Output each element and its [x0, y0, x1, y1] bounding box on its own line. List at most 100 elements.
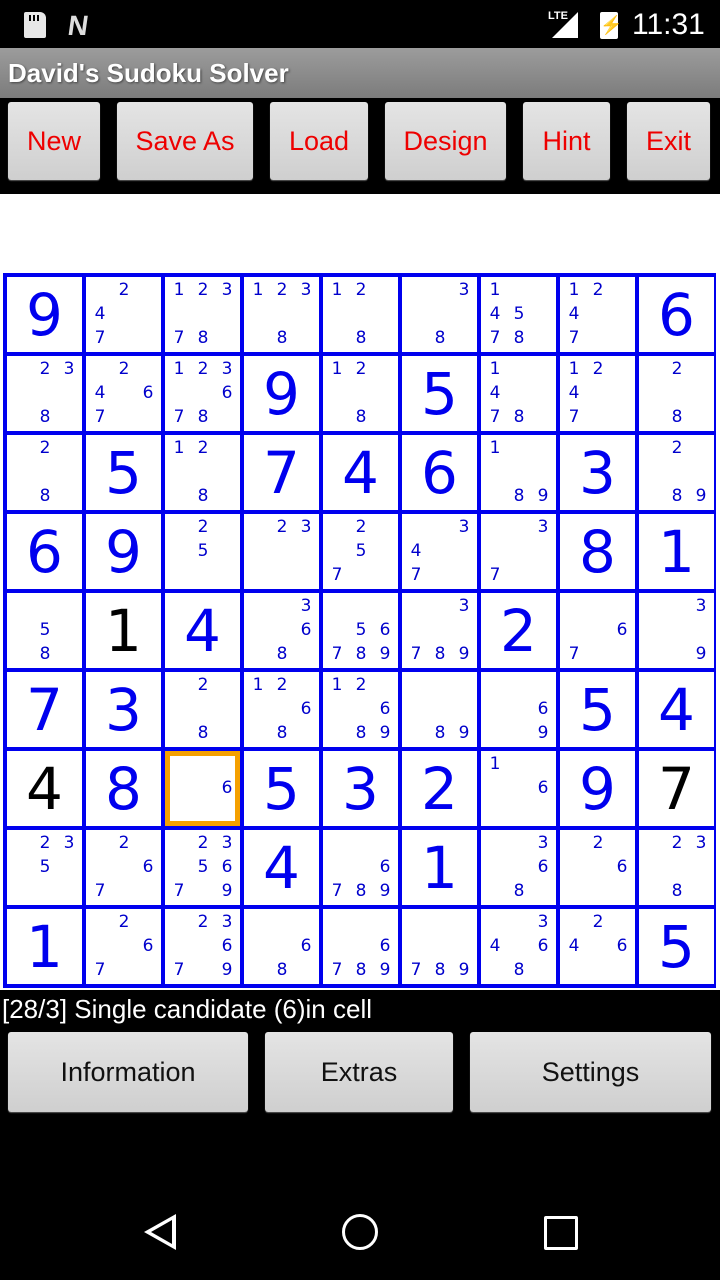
sudoku-cell-r4c1[interactable]: 6 — [7, 514, 82, 589]
sudoku-cell-r3c7[interactable]: 1 89 — [481, 435, 556, 510]
settings-button[interactable]: Settings — [470, 1032, 711, 1112]
sudoku-cell-r9c5[interactable]: 6 789 — [323, 909, 398, 984]
sudoku-cell-r5c1[interactable]: 58 — [7, 593, 82, 668]
sudoku-cell-r9c9[interactable]: 5 — [639, 909, 714, 984]
sudoku-cell-r1c1[interactable]: 9 — [7, 277, 82, 352]
sudoku-cell-r1c9[interactable]: 6 — [639, 277, 714, 352]
sudoku-cell-r8c8[interactable]: 26 — [560, 830, 635, 905]
sudoku-cell-r7c8[interactable]: 9 — [560, 751, 635, 826]
sudoku-cell-r1c5[interactable]: 12 8 — [323, 277, 398, 352]
sudoku-cell-r9c4[interactable]: 68 — [244, 909, 319, 984]
back-icon[interactable] — [144, 1214, 176, 1250]
sudoku-cell-r6c1[interactable]: 7 — [7, 672, 82, 747]
sudoku-cell-r3c3[interactable]: 12 8 — [165, 435, 240, 510]
sudoku-cell-r2c9[interactable]: 28 — [639, 356, 714, 431]
sudoku-cell-r2c5[interactable]: 12 8 — [323, 356, 398, 431]
sudoku-cell-r3c2[interactable]: 5 — [86, 435, 161, 510]
sudoku-cell-r3c8[interactable]: 3 — [560, 435, 635, 510]
battery-charging-icon: ⚡ — [600, 12, 622, 39]
sudoku-cell-r4c7[interactable]: 37 — [481, 514, 556, 589]
sudoku-cell-r6c6[interactable]: 89 — [402, 672, 477, 747]
sudoku-cell-r7c3[interactable]: 6 — [165, 751, 240, 826]
exit-button[interactable]: Exit — [627, 102, 710, 180]
sudoku-cell-r7c7[interactable]: 16 — [481, 751, 556, 826]
sudoku-cell-r2c4[interactable]: 9 — [244, 356, 319, 431]
sudoku-cell-r3c6[interactable]: 6 — [402, 435, 477, 510]
sudoku-cell-r9c3[interactable]: 23 6 7 9 — [165, 909, 240, 984]
sudoku-cell-r8c2[interactable]: 26 7 — [86, 830, 161, 905]
candidate-2: 2 — [197, 833, 209, 853]
sudoku-cell-r5c7[interactable]: 2 — [481, 593, 556, 668]
sudoku-cell-r5c4[interactable]: 3 68 — [244, 593, 319, 668]
sudoku-cell-r2c6[interactable]: 5 — [402, 356, 477, 431]
candidate-8: 8 — [434, 723, 446, 743]
sudoku-cell-r8c1[interactable]: 235 — [7, 830, 82, 905]
extras-button[interactable]: Extras — [265, 1032, 453, 1112]
sudoku-cell-r8c6[interactable]: 1 — [402, 830, 477, 905]
recents-icon[interactable] — [544, 1216, 578, 1250]
sudoku-cell-r8c7[interactable]: 3 68 — [481, 830, 556, 905]
sudoku-cell-r2c1[interactable]: 23 8 — [7, 356, 82, 431]
sudoku-cell-r1c8[interactable]: 124 7 — [560, 277, 635, 352]
sudoku-cell-r6c3[interactable]: 28 — [165, 672, 240, 747]
sudoku-cell-r4c8[interactable]: 8 — [560, 514, 635, 589]
sudoku-cell-r8c5[interactable]: 6 789 — [323, 830, 398, 905]
sudoku-cell-r2c7[interactable]: 1 4 78 — [481, 356, 556, 431]
sudoku-cell-r4c5[interactable]: 2 57 — [323, 514, 398, 589]
sudoku-cell-r7c4[interactable]: 5 — [244, 751, 319, 826]
information-button[interactable]: Information — [8, 1032, 248, 1112]
sudoku-cell-r4c6[interactable]: 3 4 7 — [402, 514, 477, 589]
sudoku-cell-r7c1[interactable]: 4 — [7, 751, 82, 826]
sudoku-cell-r5c5[interactable]: 56 789 — [323, 593, 398, 668]
load-button[interactable]: Load — [270, 102, 368, 180]
sudoku-cell-r1c3[interactable]: 123 78 — [165, 277, 240, 352]
sudoku-cell-r3c1[interactable]: 28 — [7, 435, 82, 510]
sudoku-cell-r8c9[interactable]: 23 8 — [639, 830, 714, 905]
sudoku-cell-r2c3[interactable]: 123 6 78 — [165, 356, 240, 431]
sudoku-cell-r9c1[interactable]: 1 — [7, 909, 82, 984]
save-as-button[interactable]: Save As — [117, 102, 253, 180]
sudoku-cell-r7c2[interactable]: 8 — [86, 751, 161, 826]
sudoku-cell-r2c2[interactable]: 24 6 7 — [86, 356, 161, 431]
sudoku-cell-r7c5[interactable]: 3 — [323, 751, 398, 826]
sudoku-cell-r6c4[interactable]: 1268 — [244, 672, 319, 747]
sudoku-cell-r6c8[interactable]: 5 — [560, 672, 635, 747]
sudoku-cell-r5c3[interactable]: 4 — [165, 593, 240, 668]
sudoku-cell-r6c9[interactable]: 4 — [639, 672, 714, 747]
sudoku-cell-r6c7[interactable]: 69 — [481, 672, 556, 747]
sudoku-cell-r1c6[interactable]: 38 — [402, 277, 477, 352]
sudoku-cell-r8c4[interactable]: 4 — [244, 830, 319, 905]
design-button[interactable]: Design — [385, 102, 506, 180]
sudoku-cell-r6c2[interactable]: 3 — [86, 672, 161, 747]
sudoku-cell-r9c8[interactable]: 24 6 — [560, 909, 635, 984]
sudoku-cell-r4c3[interactable]: 25 — [165, 514, 240, 589]
sudoku-cell-r7c6[interactable]: 2 — [402, 751, 477, 826]
sudoku-cell-r7c9[interactable]: 7 — [639, 751, 714, 826]
sudoku-cell-r5c9[interactable]: 39 — [639, 593, 714, 668]
sudoku-cell-r3c5[interactable]: 4 — [323, 435, 398, 510]
home-icon[interactable] — [342, 1214, 378, 1250]
candidate-5 — [428, 539, 452, 563]
sudoku-cell-r1c4[interactable]: 123 8 — [244, 277, 319, 352]
sudoku-cell-r4c4[interactable]: 23 — [244, 514, 319, 589]
sudoku-cell-r5c8[interactable]: 67 — [560, 593, 635, 668]
sudoku-cell-r5c2[interactable]: 1 — [86, 593, 161, 668]
sudoku-cell-r4c9[interactable]: 1 — [639, 514, 714, 589]
candidate-9 — [373, 326, 397, 350]
sudoku-cell-r2c8[interactable]: 124 7 — [560, 356, 635, 431]
new-button[interactable]: New — [8, 102, 100, 180]
sudoku-cell-r4c2[interactable]: 9 — [86, 514, 161, 589]
sudoku-cell-r1c2[interactable]: 24 7 — [86, 277, 161, 352]
sudoku-cell-r6c5[interactable]: 12689 — [323, 672, 398, 747]
sudoku-cell-r9c2[interactable]: 26 7 — [86, 909, 161, 984]
hint-button[interactable]: Hint — [523, 102, 610, 180]
sudoku-cell-r5c6[interactable]: 3 789 — [402, 593, 477, 668]
sudoku-cell-r3c4[interactable]: 7 — [244, 435, 319, 510]
sudoku-cell-r1c7[interactable]: 1 4578 — [481, 277, 556, 352]
sudoku-cell-r3c9[interactable]: 2 89 — [639, 435, 714, 510]
candidate-2 — [428, 515, 452, 539]
sudoku-cell-r8c3[interactable]: 2356 7 9 — [165, 830, 240, 905]
sudoku-cell-r9c6[interactable]: 789 — [402, 909, 477, 984]
sudoku-cell-r9c7[interactable]: 3 4 68 — [481, 909, 556, 984]
candidate-1 — [325, 594, 349, 618]
